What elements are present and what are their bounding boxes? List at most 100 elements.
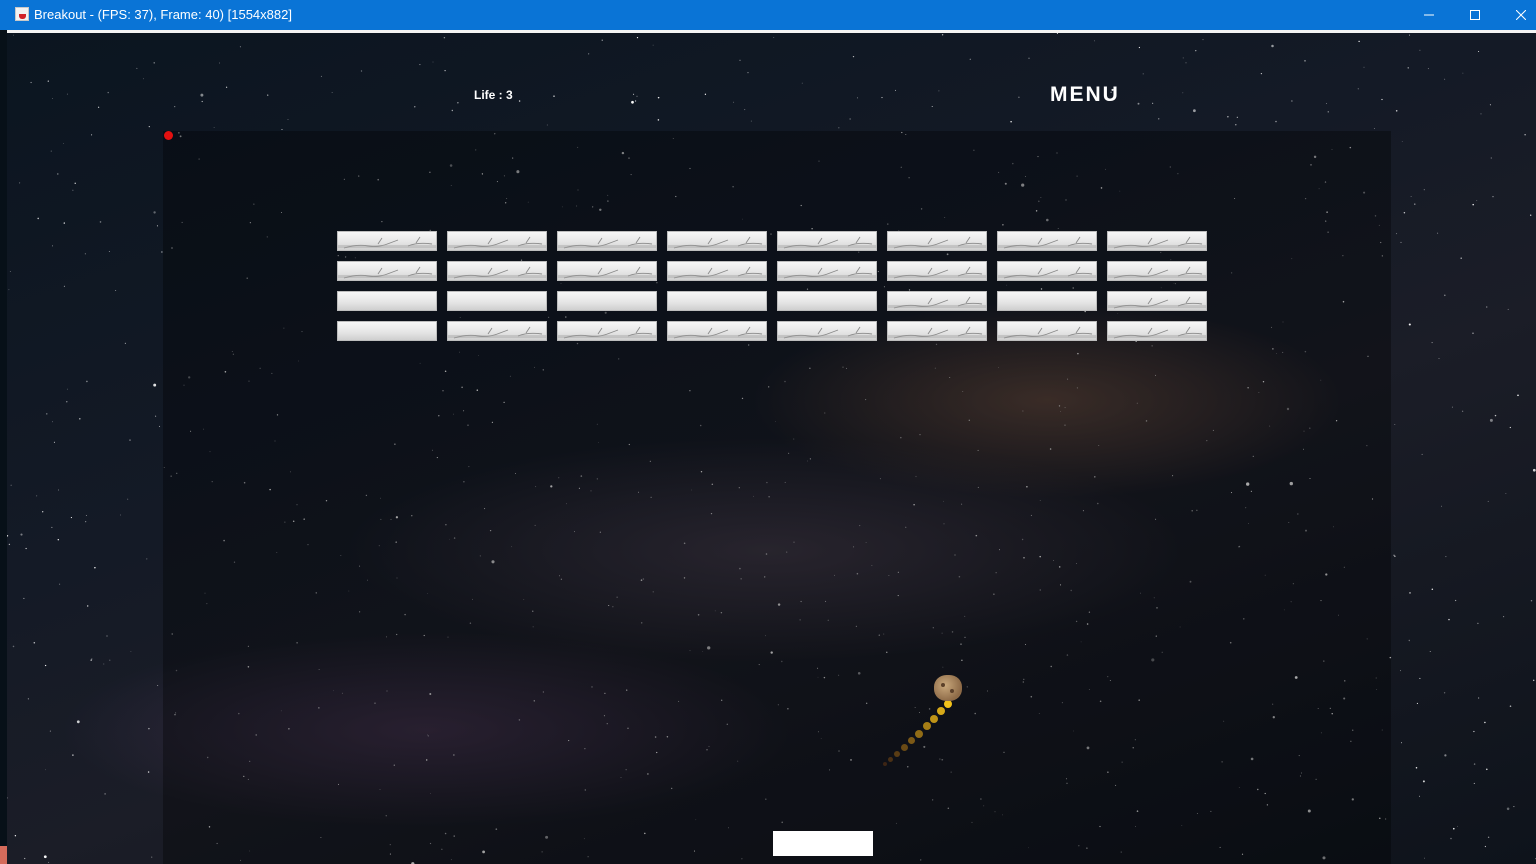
star (852, 55, 855, 58)
star (225, 86, 228, 88)
star (1410, 195, 1412, 197)
star (849, 118, 851, 120)
star (1490, 157, 1492, 159)
star (30, 81, 32, 84)
star (1532, 679, 1535, 682)
star (24, 857, 26, 860)
star (1291, 100, 1293, 102)
star (838, 127, 840, 129)
star (200, 93, 204, 97)
star (1236, 116, 1238, 118)
star (1444, 294, 1446, 297)
star (895, 89, 896, 91)
java-cup-icon (15, 7, 29, 21)
star (1437, 232, 1439, 234)
star (1473, 730, 1475, 733)
star (1532, 468, 1536, 472)
star (1415, 766, 1418, 769)
star (136, 67, 138, 69)
brick (887, 291, 987, 311)
star (1507, 308, 1509, 310)
star (1472, 203, 1474, 206)
star (1460, 257, 1462, 259)
star (881, 97, 883, 99)
menu-button[interactable]: MENU (1050, 83, 1120, 107)
brick (557, 231, 657, 251)
trail-dot (923, 722, 931, 730)
star (1393, 554, 1395, 556)
brick (777, 291, 877, 311)
canvas-top-border (7, 30, 1536, 33)
star (49, 730, 51, 732)
star (938, 90, 940, 92)
star (1513, 806, 1515, 808)
star (518, 100, 521, 102)
star (360, 70, 363, 72)
star (1492, 196, 1494, 198)
minimize-button[interactable] (1406, 0, 1452, 30)
star (931, 105, 933, 108)
star (156, 225, 158, 227)
trail-dot (883, 762, 887, 766)
star (1182, 92, 1184, 94)
star (1358, 40, 1360, 43)
star (287, 119, 289, 121)
star (85, 521, 87, 523)
star (704, 93, 707, 95)
brick (777, 261, 877, 281)
star (79, 418, 81, 420)
star (1473, 763, 1476, 765)
maximize-button[interactable] (1452, 0, 1498, 30)
star (127, 498, 129, 500)
star (50, 150, 52, 152)
star (1524, 134, 1526, 136)
paddle[interactable] (773, 831, 873, 856)
star (174, 106, 176, 108)
star (1396, 233, 1398, 235)
star (1408, 639, 1411, 642)
star (148, 727, 150, 730)
star (1427, 68, 1429, 70)
star (1477, 622, 1479, 625)
star (23, 597, 25, 599)
star (1182, 57, 1184, 59)
brick (777, 231, 877, 251)
brick (337, 321, 437, 341)
star (63, 222, 65, 224)
star (1503, 616, 1505, 618)
star (158, 425, 161, 427)
star (52, 97, 53, 99)
brick (997, 291, 1097, 311)
star (1489, 104, 1491, 106)
star (48, 861, 50, 863)
window-title: Breakout - (FPS: 37), Frame: 40) [1554x8… (34, 7, 292, 22)
star (1357, 88, 1359, 90)
star (1484, 721, 1486, 724)
star (1487, 836, 1490, 839)
star (546, 124, 548, 126)
star (1444, 754, 1447, 757)
star (155, 415, 157, 417)
close-button[interactable] (1498, 0, 1536, 30)
star (1431, 588, 1434, 590)
star (1416, 702, 1418, 704)
star (1152, 102, 1154, 104)
star (1018, 96, 1020, 99)
star (86, 605, 89, 607)
star (1486, 306, 1488, 308)
star (1138, 46, 1141, 49)
star (9, 270, 11, 272)
star (1487, 500, 1489, 502)
star (201, 100, 203, 103)
star (143, 78, 144, 80)
game-canvas[interactable]: Life : 3 MENU (7, 30, 1536, 864)
star (27, 698, 29, 700)
star (1400, 241, 1402, 243)
star (1506, 807, 1510, 811)
brick (1107, 231, 1207, 251)
star (1509, 426, 1511, 429)
star (1478, 50, 1480, 53)
maximize-icon (1470, 10, 1480, 20)
star (129, 439, 131, 441)
star (1429, 650, 1431, 652)
